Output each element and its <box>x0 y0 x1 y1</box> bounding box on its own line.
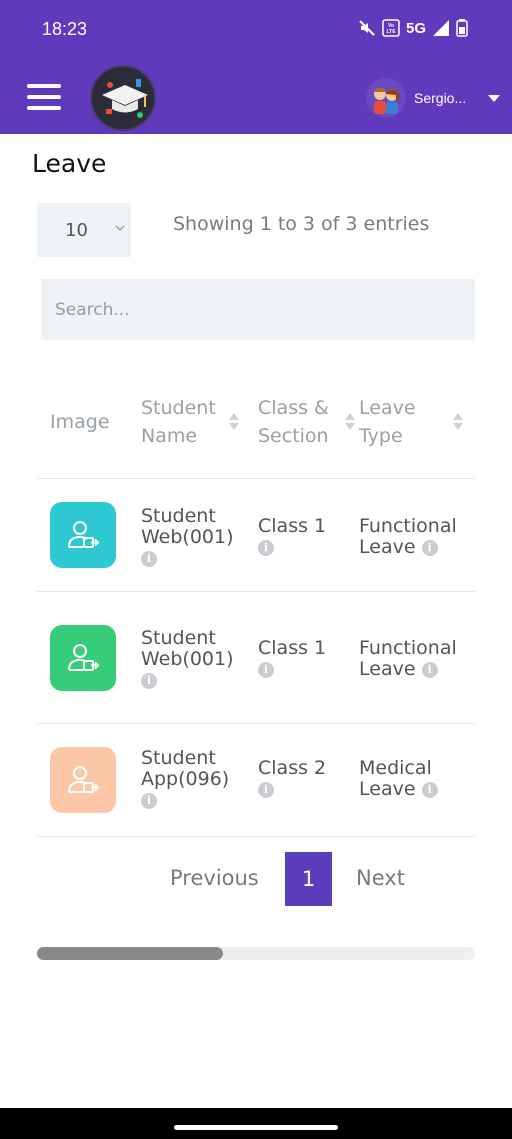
class-section-cell: Class 1 i <box>258 637 327 678</box>
user-leave-icon <box>68 766 100 793</box>
user-name: Sergio... <box>414 90 467 106</box>
entries-per-page-value: 10 <box>65 219 88 241</box>
info-icon[interactable]: i <box>141 550 157 567</box>
leave-type-cell: Medical Leave i <box>359 758 471 800</box>
leave-image[interactable] <box>50 747 116 813</box>
class-section-cell: Class 1 i <box>258 515 327 556</box>
table-row: Student Web(001) i Class 1 i Functional … <box>37 592 475 724</box>
column-header-leave-type[interactable]: Leave Type <box>359 365 465 479</box>
horizontal-scrollbar[interactable] <box>37 947 475 960</box>
scrollbar-thumb[interactable] <box>37 947 223 960</box>
table-header: Image Student Name Class & Section Leave… <box>37 365 475 479</box>
status-icons: Vo LTE 5G <box>358 19 468 37</box>
table-row: Student App(096) i Class 2 i Medical Lea… <box>37 724 475 837</box>
mute-icon <box>359 20 375 36</box>
info-icon[interactable]: i <box>258 661 274 678</box>
column-header-student-name[interactable]: Student Name <box>141 365 241 479</box>
parents-avatar-icon <box>366 78 406 118</box>
next-page-button[interactable]: Next <box>356 866 405 890</box>
avatar <box>366 78 406 118</box>
home-handle[interactable] <box>174 1125 338 1130</box>
info-icon[interactable]: i <box>141 792 157 809</box>
info-icon[interactable]: i <box>258 781 274 798</box>
network-label: 5G <box>405 19 426 37</box>
battery-icon <box>456 19 468 37</box>
graduation-cap-icon <box>94 69 154 129</box>
table-info: Showing 1 to 3 of 3 entries <box>173 213 430 235</box>
student-name-cell: Student Web(001) i <box>141 627 234 689</box>
status-bar: 18:23 Vo LTE 5G <box>0 0 512 62</box>
leave-image[interactable] <box>50 502 116 568</box>
svg-text:LTE: LTE <box>386 29 396 35</box>
leave-table: Image Student Name Class & Section Leave… <box>37 365 475 837</box>
sort-icon <box>345 413 355 430</box>
class-section-cell: Class 2 i <box>258 757 327 798</box>
page-title: Leave <box>32 149 107 178</box>
user-menu[interactable]: Sergio... <box>366 78 500 118</box>
system-navigation-bar <box>0 1108 512 1139</box>
leave-type-cell: Functional Leave i <box>359 515 457 558</box>
page-1-button[interactable]: 1 <box>285 852 332 906</box>
student-name-cell: Student App(096) i <box>141 747 230 809</box>
app-bar: Sergio... <box>0 62 512 134</box>
caret-down-icon <box>488 94 500 102</box>
info-icon[interactable]: i <box>421 661 438 678</box>
column-header-class-section[interactable]: Class & Section <box>258 365 355 479</box>
info-icon[interactable]: i <box>141 672 157 689</box>
leave-type-cell: Functional Leave i <box>359 637 457 680</box>
entries-per-page-select[interactable]: 10 <box>37 203 131 257</box>
user-leave-icon <box>68 521 100 548</box>
school-logo[interactable] <box>90 65 156 131</box>
info-icon[interactable]: i <box>421 781 438 798</box>
sort-icon <box>229 413 239 430</box>
student-name-cell: Student Web(001) i <box>141 505 234 567</box>
info-icon[interactable]: i <box>421 539 438 556</box>
table-row: Student Web(001) i Class 1 i Functional … <box>37 479 475 592</box>
user-leave-icon <box>68 644 100 671</box>
previous-page-button[interactable]: Previous <box>170 866 259 890</box>
chevron-down-icon <box>115 221 125 235</box>
search-input[interactable] <box>41 279 475 340</box>
column-header-image: Image <box>50 411 110 433</box>
signal-icon <box>433 20 449 36</box>
pagination: Previous 1 Next <box>0 852 512 906</box>
sort-icon <box>453 413 463 430</box>
volte-icon: VoLTE <box>382 19 400 37</box>
hamburger-menu-icon[interactable] <box>27 84 61 110</box>
info-icon[interactable]: i <box>258 539 274 556</box>
status-time: 18:23 <box>42 19 88 39</box>
leave-image[interactable] <box>50 625 116 691</box>
